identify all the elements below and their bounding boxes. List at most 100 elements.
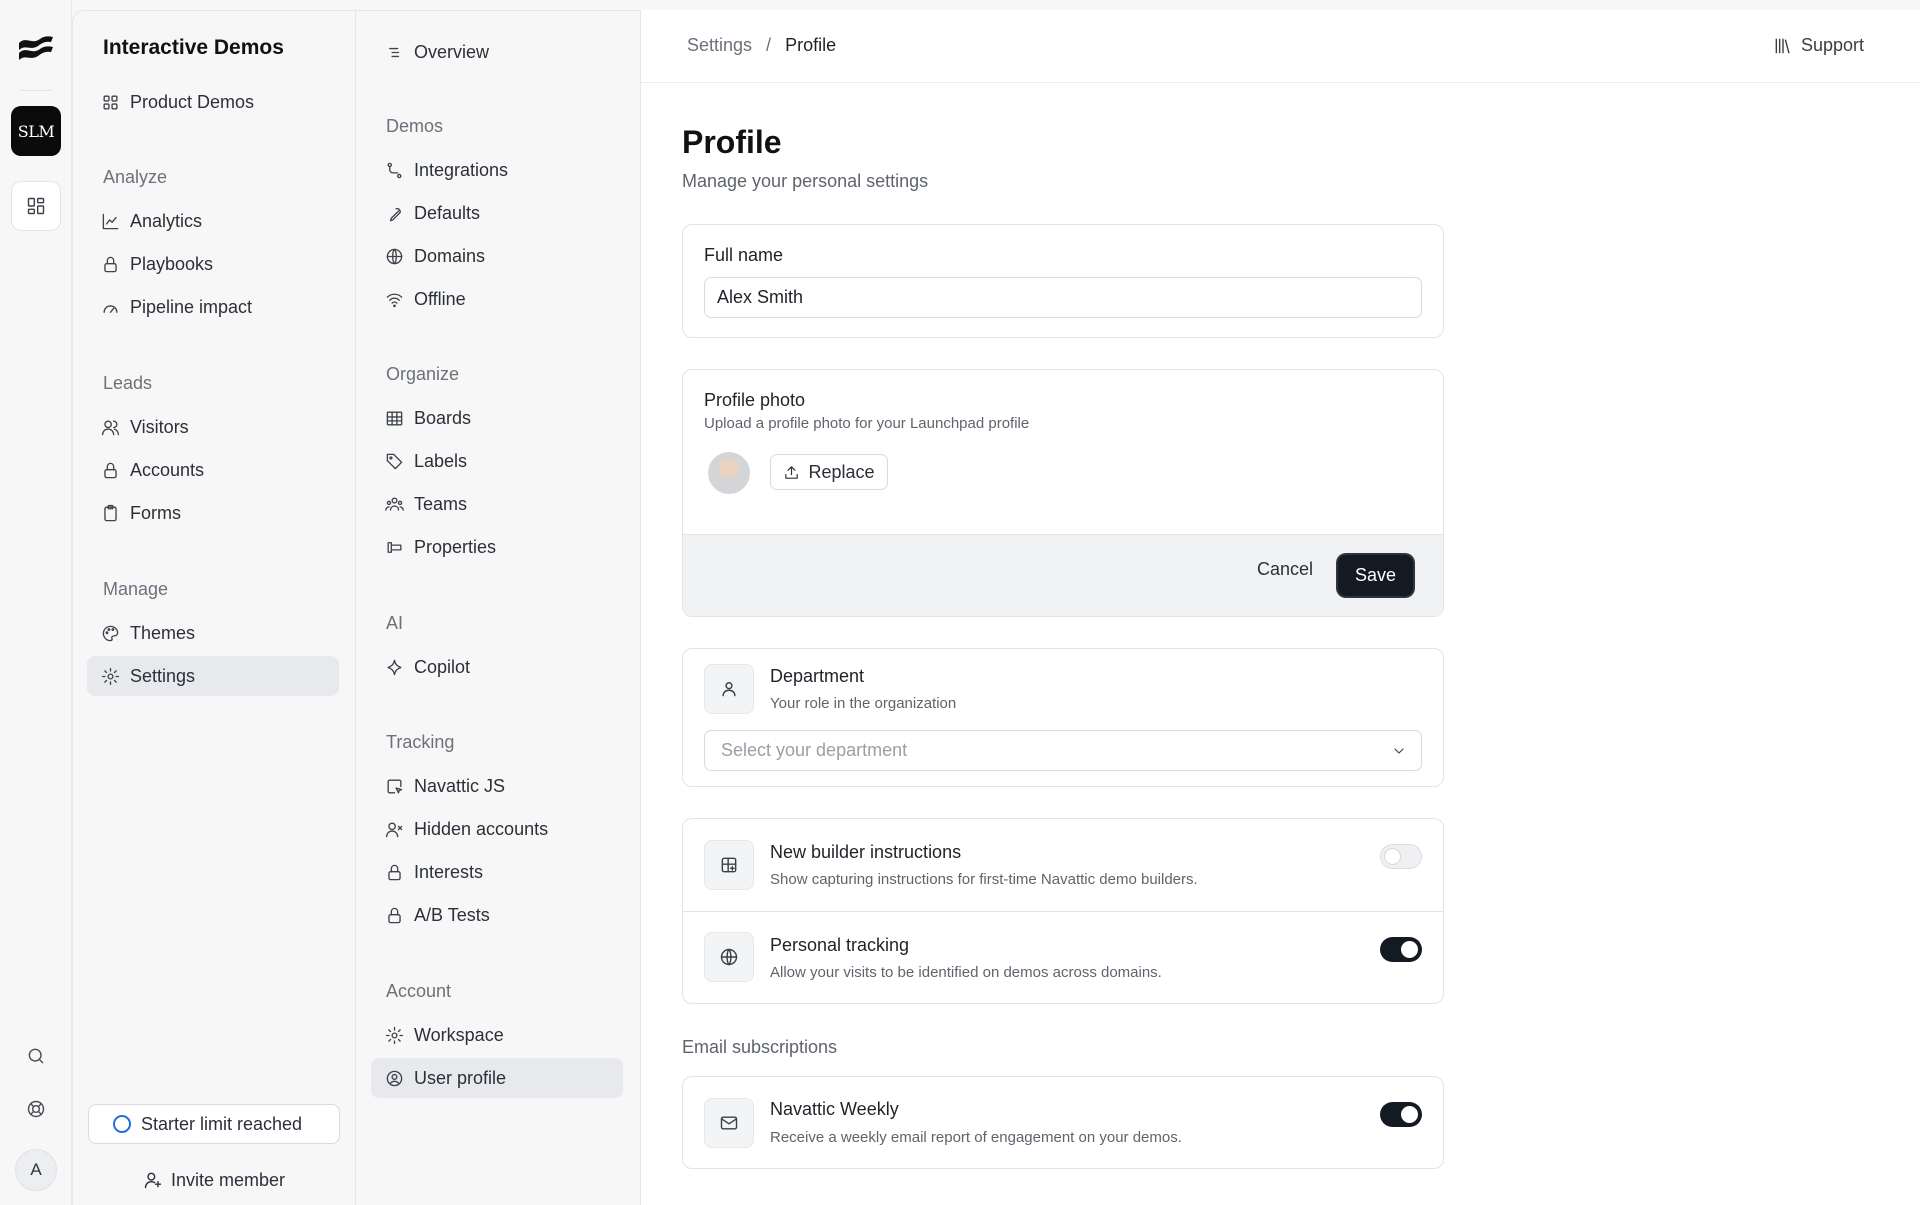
settings-nav-label: Hidden accounts	[414, 818, 549, 839]
layout-plus-icon	[721, 857, 737, 873]
sidebar-item-label: Pipeline impact	[130, 296, 253, 317]
settings-nav-overview[interactable]: Overview	[371, 32, 623, 72]
starter-limit-button[interactable]: Starter limit reached	[88, 1104, 340, 1144]
wrench-icon	[389, 207, 401, 221]
settings-nav-interests[interactable]: Interests	[371, 852, 623, 892]
builder-instructions-label: New builder instructions	[770, 842, 962, 862]
department-placeholder: Select your department	[721, 740, 908, 760]
sidebar-item-visitors[interactable]: Visitors	[87, 407, 339, 447]
sidebar-item-accounts[interactable]: Accounts	[87, 450, 339, 490]
sidebar-item-analytics[interactable]: Analytics	[87, 201, 339, 241]
gear-icon	[385, 1026, 404, 1044]
properties-icon	[387, 541, 402, 553]
settings-nav-label: A/B Tests	[414, 904, 490, 925]
sidebar-item-playbooks[interactable]: Playbooks	[87, 244, 339, 284]
settings-nav-domains[interactable]: Domains	[371, 236, 623, 276]
sidebar-item-forms[interactable]: Forms	[87, 493, 339, 533]
workspace-logo-text: SLM	[17, 121, 55, 141]
profile-photo-label: Profile photo	[704, 390, 806, 410]
navattic-weekly-description: Receive a weekly email report of engagem…	[770, 1129, 1182, 1146]
sidebar-item-themes[interactable]: Themes	[87, 613, 339, 653]
full-name-input[interactable]: Alex Smith	[704, 277, 1422, 318]
help-button[interactable]	[16, 1089, 56, 1129]
clipboard-icon	[104, 504, 117, 521]
toggle-knob	[1384, 848, 1401, 865]
settings-nav-label: Boards	[414, 407, 472, 428]
settings-nav-navattic-js[interactable]: Navattic JS	[371, 766, 623, 806]
search-button[interactable]	[16, 1036, 56, 1076]
personal-tracking-label: Personal tracking	[770, 935, 910, 955]
settings-nav-properties[interactable]: Properties	[371, 527, 623, 567]
palette-icon	[102, 625, 119, 641]
rail-divider	[20, 90, 52, 91]
settings-nav-label: Overview	[414, 41, 490, 62]
department-card: Department Your role in the organization…	[682, 648, 1444, 787]
settings-nav-label: Offline	[414, 288, 466, 309]
personal-tracking-description: Allow your visits to be identified on de…	[770, 964, 1162, 981]
settings-nav-teams[interactable]: Teams	[371, 484, 623, 524]
toggle-knob	[1401, 1106, 1418, 1123]
invite-member-button[interactable]: Invite member	[88, 1160, 340, 1200]
personal-tracking-toggle[interactable]	[1380, 937, 1422, 962]
builder-instructions-tile	[704, 840, 754, 890]
sidebar-item-product-demos[interactable]: Product Demos	[87, 82, 339, 122]
settings-nav-hidden-accounts[interactable]: Hidden accounts	[371, 809, 623, 849]
sidebar-item-pipeline-impact[interactable]: Pipeline impact	[87, 287, 339, 327]
sidebar-title: Interactive Demos	[103, 36, 284, 59]
page-subtitle: Manage your personal settings	[682, 171, 929, 191]
lifebuoy-icon	[27, 1100, 45, 1118]
workspace-switcher[interactable]: SLM	[11, 106, 61, 156]
toggle-knob	[1401, 941, 1418, 958]
department-description: Your role in the organization	[770, 695, 957, 712]
library-icon	[1775, 38, 1790, 53]
cancel-button[interactable]: Cancel	[1257, 559, 1313, 580]
builder-instructions-toggle[interactable]	[1380, 844, 1422, 869]
team-icon	[385, 496, 404, 511]
account-avatar[interactable]: A	[15, 1149, 57, 1191]
upload-icon	[785, 465, 799, 479]
department-tile	[704, 664, 754, 714]
settings-nav-copilot[interactable]: Copilot	[371, 647, 623, 687]
navattic-weekly-tile	[704, 1098, 754, 1148]
settings-nav-label: Navattic JS	[414, 775, 506, 796]
account-initial: A	[30, 1160, 42, 1179]
replace-label: Replace	[808, 461, 875, 482]
git-fork-icon	[387, 162, 402, 178]
sidebar-item-settings[interactable]: Settings	[87, 656, 339, 696]
settings-sidebar: Overview Demos Integrations Defaults Dom…	[356, 10, 641, 1205]
brand-logo-icon[interactable]	[16, 33, 56, 67]
settings-nav-ab-tests[interactable]: A/B Tests	[371, 895, 623, 935]
settings-nav-label: Properties	[414, 536, 497, 557]
breadcrumb-settings-link[interactable]: Settings	[687, 35, 752, 56]
settings-nav-labels[interactable]: Labels	[371, 441, 623, 481]
user-x-icon	[385, 821, 403, 837]
email-subscriptions-header: Email subscriptions	[682, 1037, 838, 1057]
cursor-window-icon	[387, 778, 403, 794]
settings-nav-user-profile[interactable]: User profile	[371, 1058, 623, 1098]
apps-grid-button[interactable]	[11, 181, 61, 231]
save-button[interactable]: Save	[1338, 555, 1413, 596]
settings-nav-label: Workspace	[414, 1024, 504, 1045]
grid-icon	[103, 94, 118, 110]
navattic-weekly-toggle[interactable]	[1380, 1102, 1422, 1127]
content-header: Settings / Profile Support	[641, 10, 1920, 83]
section-header-account: Account	[386, 981, 452, 1001]
user-plus-icon	[144, 1172, 162, 1189]
settings-nav-defaults[interactable]: Defaults	[371, 193, 623, 233]
support-link[interactable]: Support	[1773, 35, 1864, 56]
gear-icon	[101, 667, 120, 685]
settings-nav-offline[interactable]: Offline	[371, 279, 623, 319]
full-name-label: Full name	[704, 245, 784, 265]
settings-nav-workspace[interactable]: Workspace	[371, 1015, 623, 1055]
settings-nav-label: Integrations	[414, 159, 509, 180]
lock-icon	[388, 907, 401, 923]
lock-icon	[104, 256, 117, 272]
replace-photo-button[interactable]: Replace	[770, 454, 888, 490]
sidebar-item-label: Visitors	[130, 416, 189, 437]
department-label: Department	[770, 666, 865, 686]
settings-nav-integrations[interactable]: Integrations	[371, 150, 623, 190]
settings-nav-boards[interactable]: Boards	[371, 398, 623, 438]
wifi-icon	[386, 293, 403, 307]
line-chart-icon	[102, 213, 119, 229]
department-select[interactable]: Select your department	[704, 730, 1422, 771]
